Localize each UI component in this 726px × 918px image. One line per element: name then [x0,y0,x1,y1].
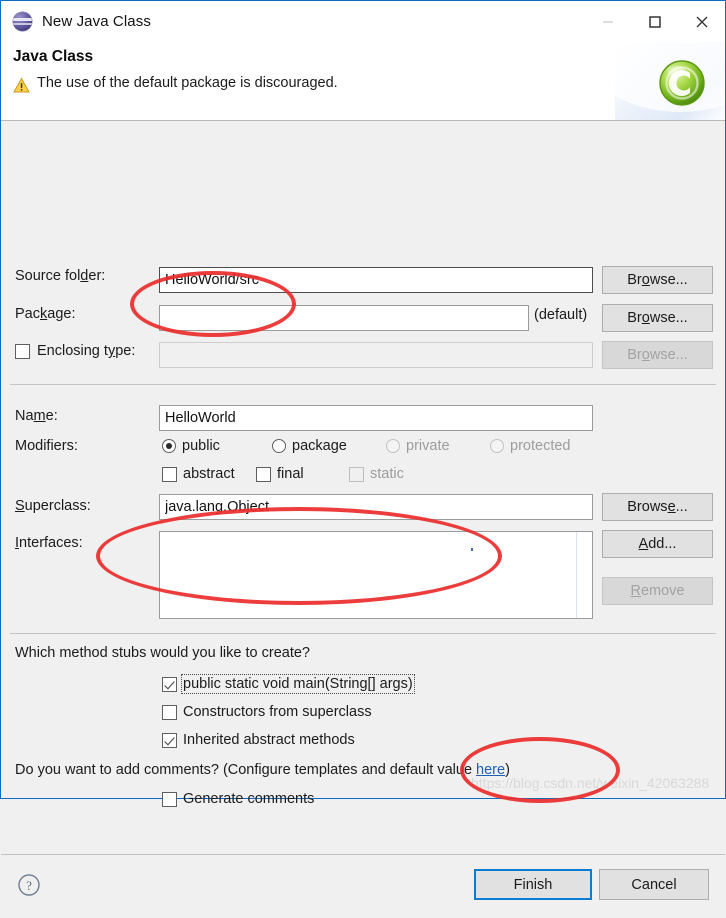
enclosing-type-input[interactable] [159,342,593,368]
window-controls [584,1,725,42]
radio-public-indicator [162,439,176,453]
java-class-badge-icon [657,58,707,108]
dialog-header: Java Class The use of the default packag… [1,42,725,121]
separator-1 [10,384,716,385]
source-folder-label-wrap: Source folder: [15,268,105,284]
stub-checkbox-constructors[interactable]: Constructors from superclass [162,704,372,720]
configure-templates-link[interactable]: here [476,762,505,778]
modifier-private-label: private [406,438,450,454]
source-folder-input[interactable] [159,267,593,293]
interfaces-remove-button[interactable]: Remove [602,577,713,605]
interfaces-list-divider [576,532,577,618]
comments-question-suffix: ) [505,762,510,778]
help-question-icon[interactable]: ? [17,873,41,897]
source-folder-label: Source folder: [15,268,106,284]
finish-button[interactable]: Finish [474,869,592,900]
enclosing-type-row: Enclosing type: [15,343,135,359]
modifiers-label: Modifiers: [15,438,78,454]
warning-icon [13,77,30,94]
stub-checkbox-main[interactable]: public static void main(String[] args) [162,674,415,694]
checkbox-inherited-indicator [162,732,177,748]
radio-package-indicator [272,439,286,453]
modifier-final-label: final [277,466,304,482]
interfaces-add-button[interactable]: Add... [602,530,713,558]
stub-checkbox-inherited[interactable]: Inherited abstract methods [162,732,355,748]
enclosing-type-checkbox[interactable] [15,343,30,359]
header-message: The use of the default package is discou… [13,75,338,94]
checkbox-main-indicator [162,676,177,692]
interfaces-label-wrap: Interfaces: [15,535,83,551]
dialog-content: Source folder: Browse... Package: (defau… [1,121,725,918]
modifier-checkbox-final[interactable]: final [256,466,304,482]
modifier-radio-private[interactable]: private [386,438,450,454]
radio-protected-indicator [490,439,504,453]
modifier-radio-protected[interactable]: protected [490,438,570,454]
close-icon[interactable] [678,1,725,42]
modifiers-label-wrap: Modifiers: [15,438,78,454]
page-title: Java Class [13,48,94,65]
modifier-protected-label: protected [510,438,571,454]
modifier-public-label: public [182,438,220,454]
modifier-checkbox-static[interactable]: static [349,466,404,482]
stub-constructors-label: Constructors from superclass [183,704,372,720]
package-default-text: (default) [534,307,588,323]
class-name-input[interactable] [159,405,593,431]
comments-question-prefix: Do you want to add comments? (Configure … [15,762,477,778]
superclass-label-wrap: Superclass: [15,498,91,514]
modifier-package-label: package [292,438,347,454]
maximize-icon[interactable] [631,1,678,42]
svg-text:?: ? [26,878,32,893]
footer-separator [1,854,725,855]
stub-main-label: public static void main(String[] args) [181,674,415,694]
modifier-abstract-label: abstract [183,466,235,482]
interfaces-list[interactable] [159,531,593,619]
interfaces-label: Interfaces: [15,535,83,551]
package-input[interactable] [159,305,529,331]
modifier-radio-public[interactable]: public [162,438,220,454]
title-bar: New Java Class [1,1,725,42]
checkbox-final-indicator [256,466,271,482]
package-label: Package: [15,306,76,322]
header-message-text: The use of the default package is discou… [37,75,338,91]
modifier-radio-package[interactable]: package [272,438,347,454]
source-folder-browse-button[interactable]: Br o wse... [602,266,713,294]
comments-question: Do you want to add comments? (Configure … [15,762,510,778]
generate-comments-checkbox-row[interactable]: Generate comments [162,791,314,807]
modifier-checkbox-abstract[interactable]: abstract [162,466,235,482]
superclass-browse-button[interactable]: Brows e... [602,493,713,521]
radio-private-indicator [386,439,400,453]
interfaces-list-marker [471,548,473,551]
name-label: Name: [15,408,58,424]
checkbox-constructors-indicator [162,704,177,720]
minimize-icon[interactable] [584,1,631,42]
generate-comments-label: Generate comments [183,791,315,807]
enclosing-type-browse-button[interactable]: Br o wse... [602,341,713,369]
window-title: New Java Class [42,13,151,30]
package-browse-button[interactable]: Br o wse... [602,304,713,332]
name-label-wrap: Name: [15,408,58,424]
new-java-class-dialog: New Java Class Java Class The use of the… [0,0,726,900]
modifier-static-label: static [370,466,404,482]
checkbox-abstract-indicator [162,466,177,482]
eclipse-sphere-icon [13,11,33,32]
package-label-wrap: Package: [15,306,75,322]
stub-inherited-label: Inherited abstract methods [183,732,355,748]
superclass-label: Superclass: [15,498,91,514]
cancel-button[interactable]: Cancel [599,869,709,900]
superclass-input[interactable] [159,494,593,520]
enclosing-type-label: Enclosing type: [37,343,136,359]
checkbox-generate-comments-indicator [162,791,177,807]
method-stubs-question: Which method stubs would you like to cre… [15,645,310,661]
checkbox-static-indicator [349,466,364,482]
separator-2 [10,633,716,634]
